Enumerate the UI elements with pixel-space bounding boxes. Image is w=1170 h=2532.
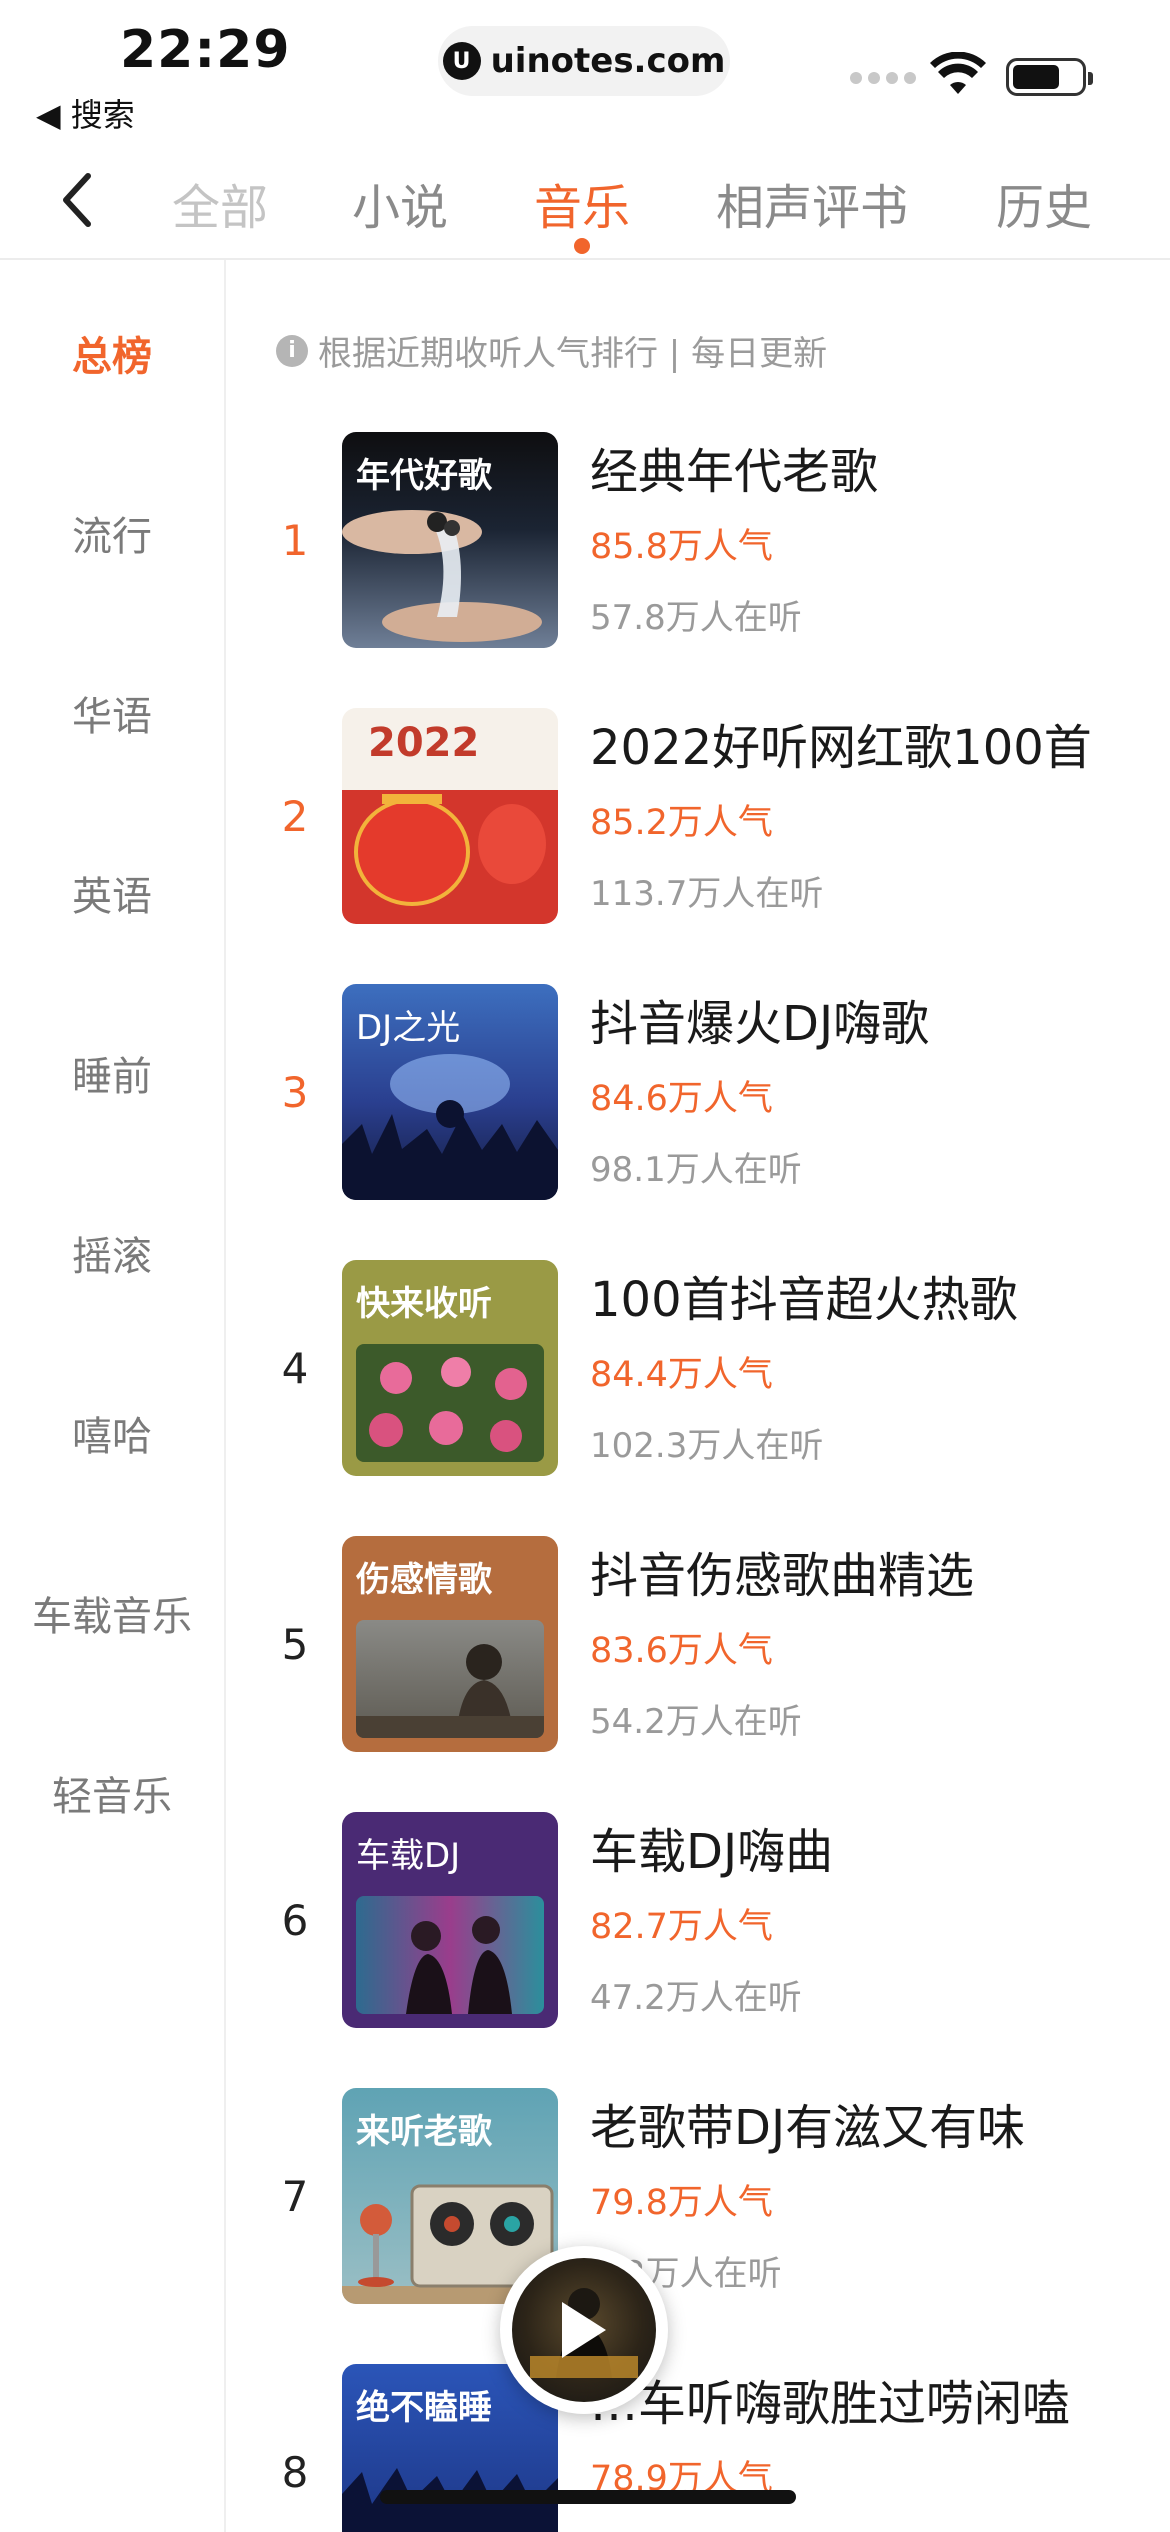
play-icon[interactable] [562,2302,606,2358]
sidebar-item-light-music[interactable]: 轻音乐 [0,1764,224,1822]
info-icon: i [276,334,308,367]
cover-image: 伤感情歌 [342,1536,558,1752]
cover-label: 车载DJ [356,1836,461,1876]
playlist-title: 经典年代老歌 [590,444,879,500]
list-item[interactable]: 5 伤感情歌 抖音伤感歌曲精选 83.6万人气 54.2万人在听 [230,1536,1170,1812]
wifi-icon [930,52,986,94]
active-tab-indicator [574,238,590,254]
popularity-count: 79.8万人气 [590,2183,773,2223]
sidebar-item-chinese[interactable]: 华语 [0,684,224,742]
cover-label: 年代好歌 [356,456,492,496]
url-text: uinotes.com [490,41,726,81]
tab-novel[interactable]: 小说 [352,168,448,238]
list-item[interactable]: 8 绝不瞌睡 …车听嗨歌胜过唠闲嗑 78.9万人气 [230,2364,1170,2532]
popularity-count: 85.8万人气 [590,527,773,567]
listener-count: 54.2万人在听 [590,1702,802,1742]
back-to-app-link[interactable]: ◀ 搜索 [36,90,135,136]
cover-art-hands [342,510,542,642]
status-bar: 22:29 ◀ 搜索 U uinotes.com [0,0,1170,150]
sidebar-item-overall[interactable]: 总榜 [0,324,224,382]
playlist-title: 抖音爆火DJ嗨歌 [590,996,930,1052]
sidebar-item-english[interactable]: 英语 [0,864,224,922]
cover-art-crowd [342,1054,558,1200]
playlist-title: 抖音伤感歌曲精选 [590,1548,975,1604]
listener-count: 57.8万人在听 [590,598,802,638]
url-pill[interactable]: U uinotes.com [438,26,730,96]
playlist-title: 老歌带DJ有滋又有味 [590,2100,1026,2156]
cover-label: DJ之光 [356,1008,461,1048]
cellular-signal-icon [850,72,916,84]
list-item[interactable]: 2 2022 2022好听网红歌100首 85.2万人气 113.7万人在听 [230,708,1170,984]
status-time: 22:29 [120,20,291,80]
rank-number: 3 [281,1067,309,1117]
notice-text: 根据近期收听人气排行 | 每日更新 [318,334,828,374]
cover-art-sad-girl [356,1620,544,1738]
tab-crosstalk[interactable]: 相声评书 [716,168,908,238]
sidebar-item-hiphop[interactable]: 嘻哈 [0,1404,224,1462]
cover-art-dancers [356,1896,544,2014]
list-item[interactable]: 1 年代好歌 经典年代老歌 85.8万人气 57.8万人在听 [230,432,1170,708]
listener-count: 113.7万人在听 [590,874,824,914]
cover-image: 车载DJ [342,1812,558,2028]
list-item[interactable]: 7 来听老歌 老歌带DJ有滋又有味 79.8万人气 …2万人在听 [230,2088,1170,2364]
rank-number: 1 [281,515,309,565]
list-item[interactable]: 4 快来收听 100首抖音超火热歌 84.4万人气 102.3万人在听 [230,1260,1170,1536]
site-logo-icon: U [442,42,481,80]
cover-label: 来听老歌 [356,2112,492,2152]
cover-image: 快来收听 [342,1260,558,1476]
popularity-count: 84.6万人气 [590,1079,773,1119]
category-tab-bar: 全部 小说 音乐 相声评书 历史 [0,150,1170,260]
battery-icon [1006,58,1093,96]
home-indicator [380,2490,796,2504]
playlist-title: 100首抖音超火热歌 [590,1272,1018,1328]
cover-label: 绝不瞌睡 [356,2388,492,2428]
popularity-count: 84.4万人气 [590,1355,773,1395]
ranking-sidebar: 总榜 流行 华语 英语 睡前 摇滚 嘻哈 车载音乐 轻音乐 [0,260,226,2532]
playlist-title: 车载DJ嗨曲 [590,1824,834,1880]
ranking-notice: i 根据近期收听人气排行 | 每日更新 [276,326,827,375]
list-item[interactable]: 3 DJ之光 抖音爆火DJ嗨歌 84.6万人气 98.1万人在听 [230,984,1170,1260]
cover-label: 伤感情歌 [356,1560,492,1600]
cover-label: 快来收听 [356,1284,492,1324]
sidebar-item-bedtime[interactable]: 睡前 [0,1044,224,1102]
tab-all[interactable]: 全部 [172,168,268,238]
chevron-left-icon [63,173,91,227]
rank-number: 6 [281,1895,309,1945]
sidebar-item-pop[interactable]: 流行 [0,504,224,562]
popularity-count: 83.6万人气 [590,1631,773,1671]
rank-number: 8 [281,2447,309,2497]
sidebar-item-car-music[interactable]: 车载音乐 [0,1584,224,1642]
list-item[interactable]: 6 车载DJ 车载DJ嗨曲 82.7万人气 47.2万人在听 [230,1812,1170,2088]
rank-number: 7 [281,2171,309,2221]
cover-image: 2022 [342,708,558,924]
listener-count: 47.2万人在听 [590,1978,802,2018]
cover-image: 年代好歌 [342,432,558,648]
cover-image: DJ之光 [342,984,558,1200]
cover-label: 2022 [368,720,480,766]
cover-art-flowers [356,1344,544,1462]
back-button[interactable] [58,170,108,230]
rank-number: 2 [281,791,309,841]
tab-music[interactable]: 音乐 [534,168,630,238]
sidebar-item-rock[interactable]: 摇滚 [0,1224,224,1282]
listener-count: 98.1万人在听 [590,1150,802,1190]
playlist-title: …车听嗨歌胜过唠闲嗑 [590,2376,1071,2432]
playlist-title: 2022好听网红歌100首 [590,720,1092,776]
popularity-count: 85.2万人气 [590,803,773,843]
rank-number: 4 [281,1343,309,1393]
rank-number: 5 [281,1619,309,1669]
listener-count: 102.3万人在听 [590,1426,824,1466]
mini-player[interactable] [500,2246,668,2414]
cover-art-lanterns [354,794,546,906]
tab-history[interactable]: 历史 [996,168,1092,238]
popularity-count: 82.7万人气 [590,1907,773,1947]
